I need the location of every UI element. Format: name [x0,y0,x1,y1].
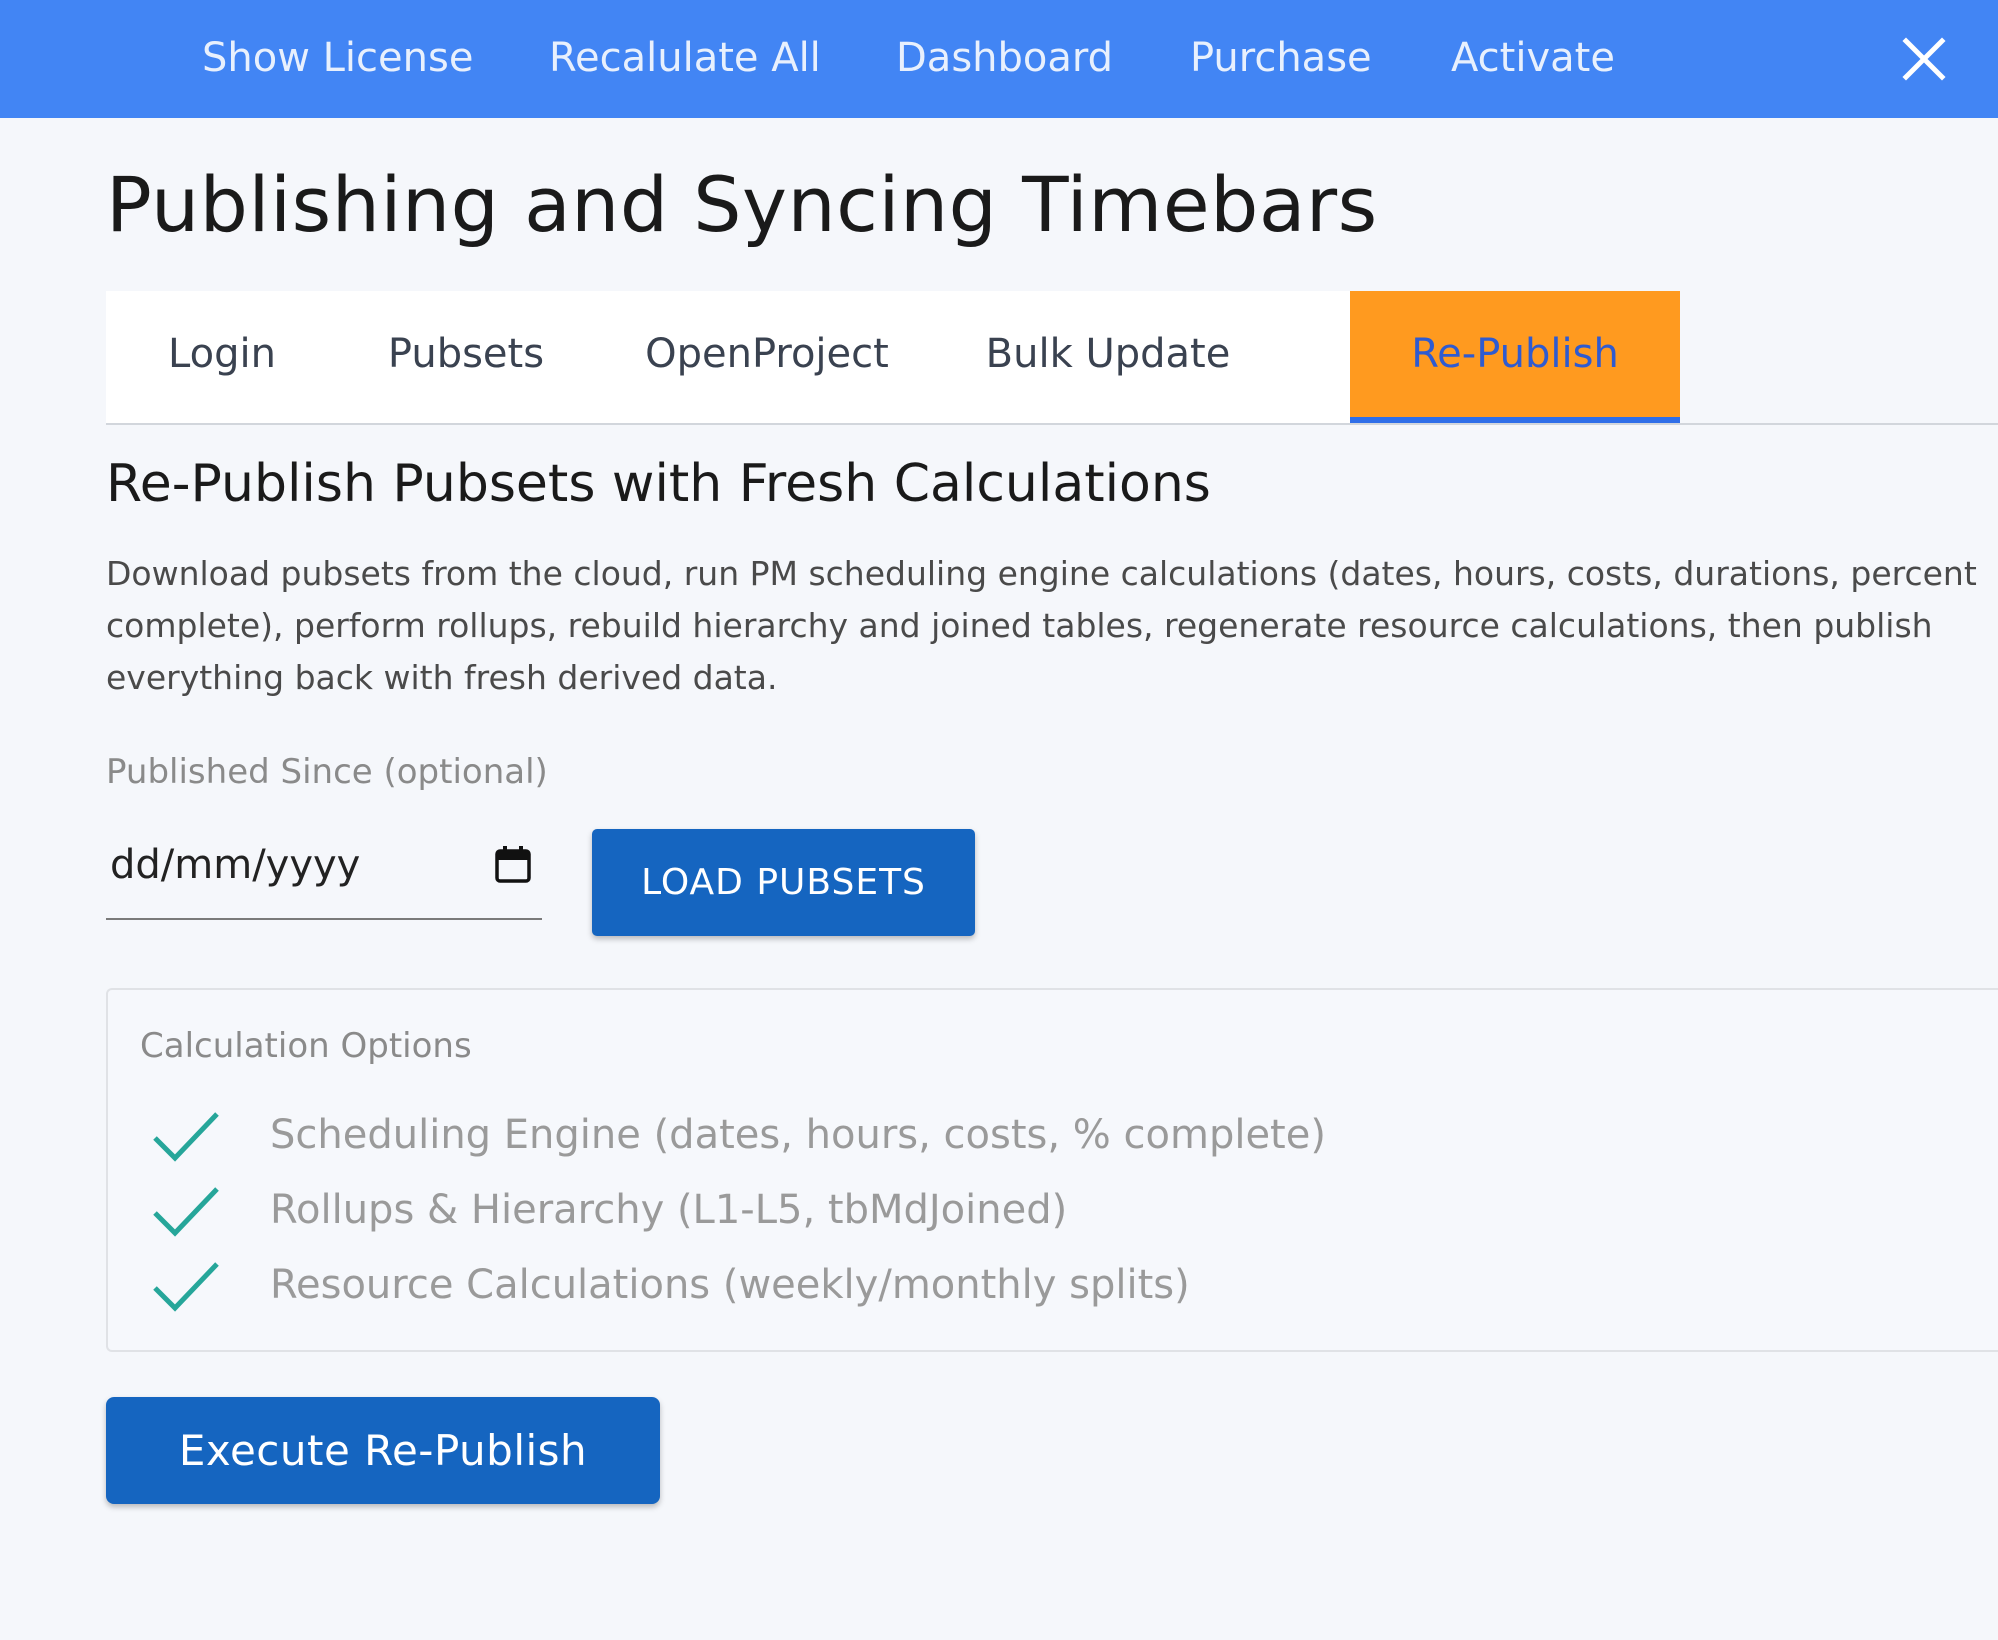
tab-login[interactable]: Login [106,291,338,423]
check-icon [153,1262,219,1312]
nav-recalculate-all[interactable]: Recalulate All [549,0,821,118]
tab-openproject[interactable]: OpenProject [594,291,940,423]
tab-pubsets[interactable]: Pubsets [338,291,594,423]
nav-activate[interactable]: Activate [1451,0,1615,118]
option-resource-calculations: Resource Calculations (weekly/monthly sp… [152,1260,1552,1320]
check-icon [153,1187,219,1237]
published-since-field [106,820,542,920]
top-nav-bar: Show License Recalulate All Dashboard Pu… [0,0,1998,118]
option-label: Resource Calculations (weekly/monthly sp… [270,1262,1190,1308]
load-pubsets-button[interactable]: LOAD PUBSETS [592,829,975,936]
calculation-options-card: Calculation Options Scheduling Engine (d… [106,988,1998,1352]
tab-re-publish[interactable]: Re-Publish [1350,291,1680,423]
page-title: Publishing and Syncing Timebars [106,160,1378,249]
option-rollups-hierarchy: Rollups & Hierarchy (L1-L5, tbMdJoined) [152,1185,1552,1245]
option-label: Rollups & Hierarchy (L1-L5, tbMdJoined) [270,1187,1068,1233]
option-label: Scheduling Engine (dates, hours, costs, … [270,1112,1326,1158]
calendar-icon[interactable] [494,844,532,884]
check-icon [153,1112,219,1162]
nav-purchase[interactable]: Purchase [1190,0,1372,118]
tab-bulk-update[interactable]: Bulk Update [940,291,1276,423]
close-icon[interactable] [1900,35,1948,83]
published-since-input[interactable] [106,840,470,890]
calculation-options-title: Calculation Options [140,1026,472,1066]
tab-bar: Login Pubsets OpenProject Bulk Update Re… [106,291,1998,425]
section-heading: Re-Publish Pubsets with Fresh Calculatio… [106,454,1211,514]
nav-dashboard[interactable]: Dashboard [896,0,1113,118]
section-description: Download pubsets from the cloud, run PM … [106,554,1977,697]
option-scheduling-engine: Scheduling Engine (dates, hours, costs, … [152,1110,1552,1170]
published-since-label: Published Since (optional) [106,752,548,792]
execute-re-publish-button[interactable]: Execute Re-Publish [106,1397,660,1504]
nav-show-license[interactable]: Show License [202,0,473,118]
